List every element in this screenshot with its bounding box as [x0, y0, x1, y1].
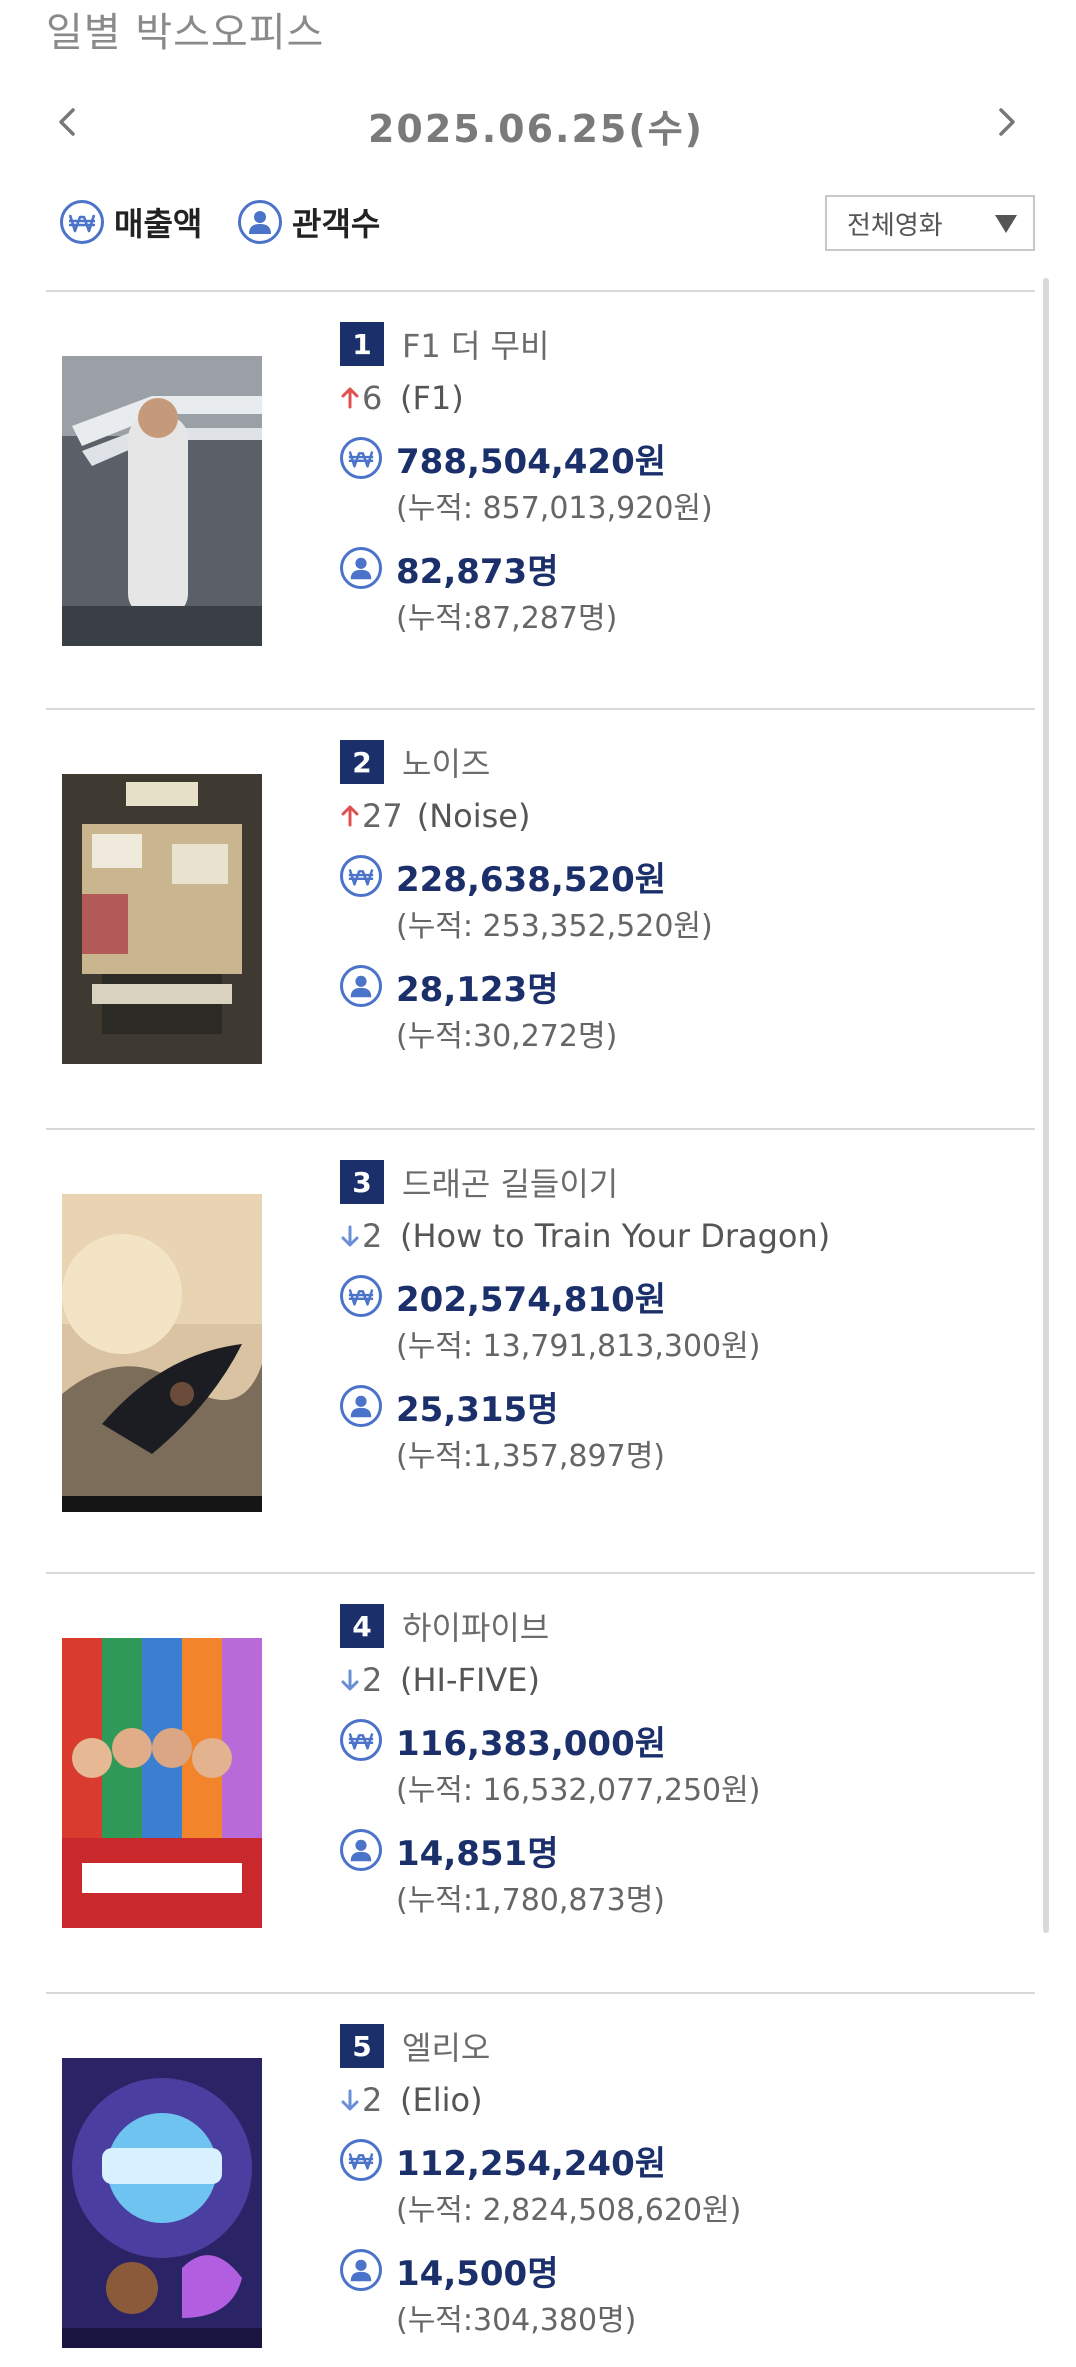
movie-poster[interactable] — [62, 2058, 262, 2348]
movie-title[interactable]: 드래곤 길들이기 — [402, 1159, 618, 1205]
daily-revenue: 228,638,520원 — [396, 859, 667, 900]
daily-audience: 82,873명 — [396, 551, 559, 592]
movie-title[interactable]: 노이즈 — [402, 739, 490, 785]
movie-info: 5 엘리오 2 (Elio) 112,254,240원 (누적: 2,824,508,62… — [340, 2024, 741, 2342]
won-icon — [340, 1719, 382, 1761]
movie-title-en: (HI-FIVE) — [400, 1661, 540, 1699]
movie-title[interactable]: F1 더 무비 — [402, 321, 549, 367]
movie-info: 4 하이파이브 2 (HI-FIVE) 116,383,000원 (누적: 16,532,… — [340, 1604, 760, 1922]
audience-label: 관객수 — [292, 205, 381, 243]
rank-badge: 5 — [340, 2024, 384, 2068]
rank-badge: 2 — [340, 740, 384, 784]
revenue-toggle[interactable]: 매출액 — [60, 199, 202, 245]
movie-item[interactable]: 1 F1 더 무비 6 (F1) 788,504,420원 (누적: 857,013,92… — [46, 290, 1035, 708]
cumulative-revenue: (누적: 13,791,813,300원) — [396, 1329, 761, 1364]
cumulative-audience: (누적:1,780,873명) — [396, 1883, 665, 1918]
movie-item[interactable]: 2 노이즈 27 (Noise) 228,638,520원 (누적: 253,352,52… — [46, 708, 1035, 1128]
person-icon — [340, 547, 382, 589]
cumulative-revenue: (누적: 253,352,520원) — [396, 909, 713, 944]
daily-revenue: 202,574,810원 — [396, 1279, 667, 1320]
cumulative-audience: (누적:87,287명) — [396, 601, 618, 636]
daily-revenue: 788,504,420원 — [396, 441, 667, 482]
movie-type-value: 전체영화 — [847, 210, 943, 241]
daily-audience: 25,315명 — [396, 1389, 559, 1430]
rank-change: 2 — [362, 1661, 383, 1699]
rank-badge: 4 — [340, 1604, 384, 1648]
box-office-list: 1 F1 더 무비 6 (F1) 788,504,420원 (누적: 857,013,92… — [46, 290, 1035, 2367]
arrow-down-icon — [341, 2089, 359, 2111]
filter-row: 매출액 관객수 전체영화 — [60, 195, 1035, 255]
rank-change: 2 — [362, 2081, 383, 2119]
cumulative-audience: (누적:30,272명) — [396, 1019, 618, 1054]
arrow-up-icon — [341, 387, 359, 409]
person-icon — [340, 2249, 382, 2291]
won-icon — [340, 437, 382, 479]
daily-audience: 14,851명 — [396, 1833, 559, 1874]
movie-title-en: (Elio) — [400, 2081, 483, 2119]
won-icon — [340, 2139, 382, 2181]
movie-info: 3 드래곤 길들이기 2 (How to Train Your Dragon) 202,… — [340, 1160, 830, 1478]
movie-poster[interactable] — [62, 1638, 262, 1928]
revenue-label: 매출액 — [114, 205, 203, 243]
date-navigator: 2025.06.25(수) — [46, 90, 1026, 160]
person-icon — [238, 200, 282, 244]
cumulative-audience: (누적:1,357,897명) — [396, 1439, 665, 1474]
won-icon — [340, 1275, 382, 1317]
movie-item[interactable]: 5 엘리오 2 (Elio) 112,254,240원 (누적: 2,824,508,62… — [46, 1992, 1035, 2367]
scrollbar[interactable] — [1043, 278, 1049, 1933]
arrow-up-icon — [341, 805, 359, 827]
current-date: 2025.06.25(수) — [367, 107, 705, 151]
movie-title-en: (Noise) — [416, 797, 531, 835]
movie-title-en: (How to Train Your Dragon) — [400, 1217, 831, 1255]
won-icon — [60, 200, 104, 244]
page-title: 일별 박스오피스 — [46, 10, 325, 56]
cumulative-audience: (누적:304,380명) — [396, 2303, 637, 2338]
movie-info: 1 F1 더 무비 6 (F1) 788,504,420원 (누적: 857,013,92… — [340, 322, 713, 640]
movie-type-select[interactable]: 전체영화 — [825, 195, 1035, 251]
movie-poster[interactable] — [62, 1194, 262, 1512]
movie-poster[interactable] — [62, 356, 262, 646]
cumulative-revenue: (누적: 2,824,508,620원) — [396, 2193, 742, 2228]
daily-revenue: 112,254,240원 — [396, 2143, 667, 2184]
movie-item[interactable]: 4 하이파이브 2 (HI-FIVE) 116,383,000원 (누적: 16,532,… — [46, 1572, 1035, 1992]
daily-audience: 28,123명 — [396, 969, 559, 1010]
cumulative-revenue: (누적: 857,013,920원) — [396, 491, 713, 526]
movie-title[interactable]: 엘리오 — [402, 2023, 490, 2069]
movie-title-en: (F1) — [400, 379, 464, 417]
rank-badge: 3 — [340, 1160, 384, 1204]
cumulative-revenue: (누적: 16,532,077,250원) — [396, 1773, 761, 1808]
movie-info: 2 노이즈 27 (Noise) 228,638,520원 (누적: 253,352,52… — [340, 740, 713, 1058]
audience-toggle[interactable]: 관객수 — [238, 199, 380, 245]
movie-item[interactable]: 3 드래곤 길들이기 2 (How to Train Your Dragon) 202,… — [46, 1128, 1035, 1572]
daily-revenue: 116,383,000원 — [396, 1723, 667, 1764]
daily-audience: 14,500명 — [396, 2253, 559, 2294]
rank-change: 6 — [362, 379, 383, 417]
chevron-right-icon[interactable] — [986, 102, 1026, 142]
person-icon — [340, 1829, 382, 1871]
arrow-down-icon — [341, 1669, 359, 1691]
rank-change: 27 — [362, 797, 403, 835]
movie-poster[interactable] — [62, 774, 262, 1064]
rank-badge: 1 — [340, 322, 384, 366]
movie-title[interactable]: 하이파이브 — [402, 1603, 549, 1649]
won-icon — [340, 855, 382, 897]
caret-down-icon — [995, 215, 1017, 233]
rank-change: 2 — [362, 1217, 383, 1255]
arrow-down-icon — [341, 1225, 359, 1247]
person-icon — [340, 1385, 382, 1427]
person-icon — [340, 965, 382, 1007]
